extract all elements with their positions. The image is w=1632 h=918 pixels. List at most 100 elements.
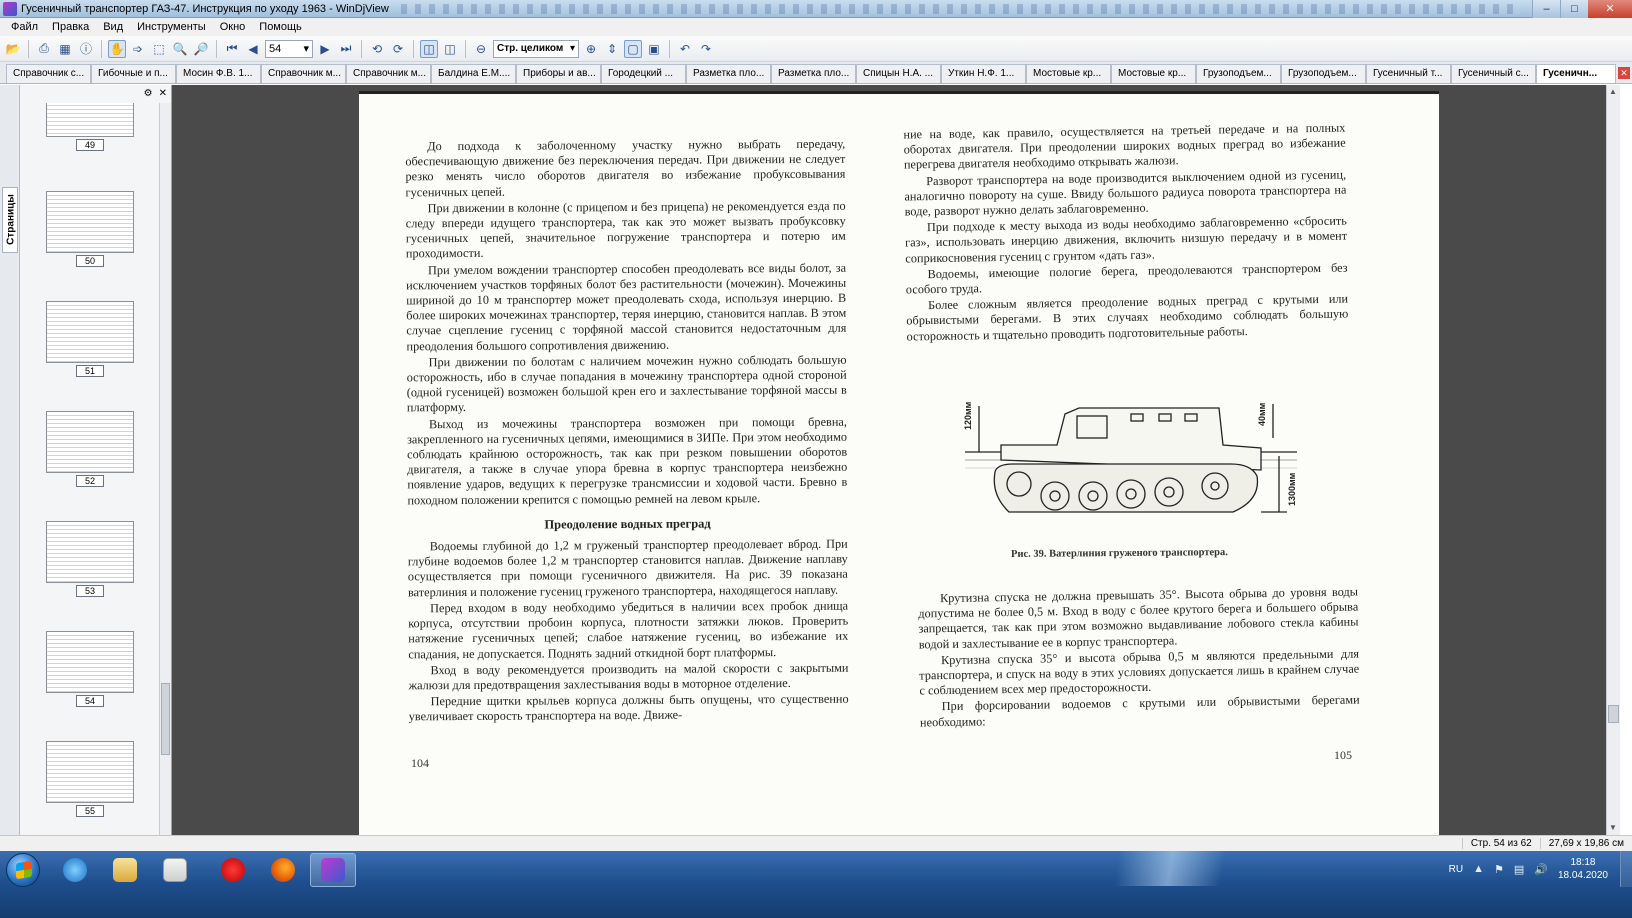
page-number-field[interactable]: 54 ▾ [265, 39, 313, 58]
zoom-in-icon[interactable]: ⊕ [582, 40, 600, 58]
document-tab[interactable]: Гибочные и п... [91, 64, 176, 83]
windjview-app-icon[interactable] [3, 1, 17, 16]
paragraph: При форсировании водоемов с крутыми или … [919, 692, 1360, 730]
thumbnails-panel: ⚙ ✕ 49 50 51 52 53 54 55 [20, 85, 172, 835]
first-page-icon[interactable]: ⏮ [223, 40, 241, 58]
print-icon[interactable]: ⎙ [35, 40, 53, 58]
document-scrollbar-thumb[interactable] [1608, 705, 1619, 723]
page-thumbnail-number: 52 [76, 475, 104, 487]
document-tab[interactable]: Грузоподъем... [1196, 64, 1281, 83]
document-tab[interactable]: Гусеничный с... [1451, 64, 1536, 83]
document-tab-active[interactable]: Гусеничн... [1536, 64, 1616, 83]
show-desktop-button[interactable] [1620, 851, 1632, 887]
select-area-icon[interactable]: ⬚ [150, 40, 168, 58]
single-page-layout-icon[interactable]: ◫ [420, 39, 438, 58]
toolbar-separator [101, 39, 102, 58]
thumbnail-scrollbar[interactable] [159, 103, 171, 835]
menu-view[interactable]: Вид [96, 21, 130, 33]
pin-icon[interactable]: ⚙ [144, 88, 153, 99]
document-tab[interactable]: Мостовые кр... [1026, 64, 1111, 83]
select-text-icon[interactable]: ➩ [129, 40, 147, 58]
start-button[interactable] [6, 853, 40, 887]
zoom-in-tool-icon[interactable]: 🔍 [171, 40, 189, 58]
minimize-icon[interactable]: – [1532, 0, 1560, 18]
chevron-down-icon[interactable]: ▾ [303, 42, 309, 55]
taskbar-opera[interactable] [210, 853, 256, 887]
document-tab[interactable]: Приборы и ав... [516, 64, 601, 83]
taskbar-internet-explorer[interactable] [52, 853, 98, 887]
document-tab[interactable]: Гусеничный т... [1366, 64, 1451, 83]
document-tab[interactable]: Справочник м... [261, 64, 346, 83]
pages-tab[interactable]: Страницы [2, 187, 18, 253]
show-hidden-icons-icon[interactable]: ▲ [1473, 863, 1484, 875]
action-center-flag-icon[interactable]: ⚑ [1494, 863, 1504, 876]
page-thumbnail[interactable]: 50 [46, 191, 134, 267]
clock[interactable]: 18:18 18.04.2020 [1558, 856, 1608, 882]
page-thumbnail-image [46, 411, 134, 473]
taskbar-explorer[interactable] [102, 853, 148, 887]
network-icon[interactable]: ▤ [1514, 863, 1524, 876]
back-icon[interactable]: ⟲ [368, 40, 386, 58]
page-thumbnail[interactable]: 53 [46, 521, 134, 597]
document-tab[interactable]: Мосин Ф.В. 1... [176, 64, 261, 83]
menu-edit[interactable]: Правка [45, 21, 96, 33]
rotate-right-icon[interactable]: ↷ [697, 40, 715, 58]
document-tab[interactable]: Уткин Н.Ф. 1... [941, 64, 1026, 83]
maximize-icon[interactable]: □ [1560, 0, 1588, 18]
scroll-down-icon[interactable]: ▼ [1609, 823, 1617, 832]
next-page-icon[interactable]: ▶ [316, 40, 334, 58]
paragraph: Крутизна спуска 35° и высота обрыва 0,5 … [919, 646, 1360, 698]
page-thumbnail[interactable]: 51 [46, 301, 134, 377]
menu-window[interactable]: Окно [213, 21, 253, 33]
document-tab[interactable]: Разметка пло... [686, 64, 771, 83]
last-page-icon[interactable]: ⏭ [337, 40, 355, 58]
taskbar-windjview[interactable] [310, 853, 356, 887]
scroll-up-icon[interactable]: ▲ [1609, 87, 1617, 96]
document-tab[interactable]: Справочник с... [6, 64, 91, 83]
page-thumbnail-current[interactable]: 54 [46, 631, 134, 707]
rotate-left-icon[interactable]: ↶ [676, 40, 694, 58]
paragraph: Водоемы глубиной до 1,2 м груженый транс… [407, 536, 848, 600]
taskbar-glow [1040, 851, 1300, 886]
page-thumbnail[interactable]: 52 [46, 411, 134, 487]
document-tab[interactable]: Мостовые кр... [1111, 64, 1196, 83]
taskbar-firefox[interactable] [260, 853, 306, 887]
thumbnail-scrollbar-thumb[interactable] [161, 683, 170, 755]
document-tab[interactable]: Городецкий ... [601, 64, 686, 83]
actual-size-icon[interactable]: ▣ [645, 40, 663, 58]
close-icon[interactable]: ✕ [1588, 0, 1632, 18]
page-thumbnail[interactable]: 55 [46, 741, 134, 817]
figure-dim-left: 120мм [963, 401, 973, 430]
document-tab[interactable]: Спицын Н.А. ... [856, 64, 941, 83]
language-indicator[interactable]: RU [1449, 864, 1463, 875]
chevron-down-icon[interactable]: ▾ [570, 43, 575, 54]
document-tab[interactable]: Грузоподъем... [1281, 64, 1366, 83]
document-tab[interactable]: Балдина Е.М.... [431, 64, 516, 83]
facing-pages-layout-icon[interactable]: ◫ [441, 40, 459, 58]
page-thumbnail[interactable]: 49 [46, 103, 134, 151]
fit-width-icon[interactable]: ⇕ [603, 40, 621, 58]
zoom-out-icon[interactable]: ⊖ [472, 40, 490, 58]
forward-icon[interactable]: ⟳ [389, 40, 407, 58]
fit-page-icon[interactable]: ▢ [624, 39, 642, 58]
volume-icon[interactable]: 🔊 [1534, 863, 1548, 876]
document-tab[interactable]: Справочник м... [346, 64, 431, 83]
menu-tools[interactable]: Инструменты [130, 21, 213, 33]
taskbar-media-player[interactable] [152, 853, 198, 887]
menu-help[interactable]: Помощь [252, 21, 309, 33]
vehicle-waterline-figure: 120мм 40мм 1300мм [961, 400, 1301, 542]
menu-file[interactable]: Файл [4, 21, 45, 33]
hand-tool-icon[interactable]: ✋ [108, 39, 126, 58]
toolbar-separator [465, 39, 466, 58]
zoom-select[interactable]: Стр. целиком ▾ [493, 39, 579, 58]
document-scrollbar[interactable]: ▲ ▼ [1606, 85, 1620, 835]
document-view[interactable]: До подхода к заболоченному участку нужно… [172, 85, 1620, 835]
tab-close-icon[interactable]: ✕ [1618, 67, 1630, 79]
info-icon[interactable]: ⓘ [77, 40, 95, 58]
previous-page-icon[interactable]: ◀ [244, 40, 262, 58]
document-tab[interactable]: Разметка пло... [771, 64, 856, 83]
panel-close-icon[interactable]: ✕ [159, 88, 167, 99]
open-folder-icon[interactable]: 📂 [4, 40, 22, 58]
save-icon[interactable]: ▦ [56, 40, 74, 58]
zoom-out-tool-icon[interactable]: 🔎 [192, 40, 210, 58]
